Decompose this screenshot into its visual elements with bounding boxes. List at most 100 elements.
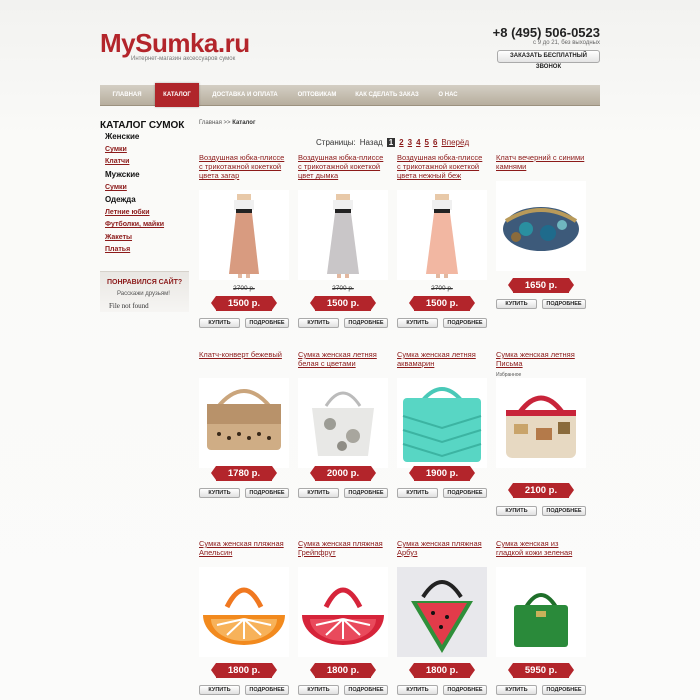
category-clothing: Одежда — [105, 195, 136, 204]
site-tagline: Интернет-магазин аксессуаров сумок — [131, 56, 236, 62]
buy-button[interactable]: КУПИТЬ — [298, 318, 339, 328]
product-card: Сумка женская летняя белая с цветами 2000… — [298, 350, 388, 500]
buy-button[interactable]: КУПИТЬ — [397, 318, 438, 328]
product-title-link[interactable]: Сумка женская летняя аквамарин — [397, 350, 487, 378]
pager-page-6[interactable]: 6 — [433, 138, 437, 147]
details-button[interactable]: ПОДРОБНЕЕ — [443, 488, 487, 498]
breadcrumb-home[interactable]: Главная — [199, 120, 222, 126]
bag-white-flowers-image[interactable] — [298, 378, 388, 468]
site-logo[interactable]: MySumka.ru — [100, 28, 250, 59]
product-price: 1500 р. — [409, 296, 475, 311]
nav-catalog[interactable]: КАТАЛОГ — [155, 83, 199, 107]
category-men-bags[interactable]: Сумки — [105, 184, 127, 191]
category-women-bags[interactable]: Сумки — [105, 146, 127, 153]
product-title-link[interactable]: Сумка женская пляжная Арбуз — [397, 539, 487, 567]
pager-page-5[interactable]: 5 — [425, 138, 429, 147]
pager-page-3[interactable]: 3 — [408, 138, 412, 147]
bag-grapefruit-image[interactable] — [298, 567, 388, 657]
product-title-link[interactable]: Воздушная юбка-плиссе с трикотажной коке… — [298, 153, 388, 181]
buy-button[interactable]: КУПИТЬ — [397, 488, 438, 498]
product-title-link[interactable]: Сумка женская пляжная Грейпфрут — [298, 539, 388, 567]
category-tshirts[interactable]: Футболки, майки — [105, 221, 164, 228]
details-button[interactable]: ПОДРОБНЕЕ — [245, 488, 289, 498]
buy-button[interactable]: КУПИТЬ — [397, 685, 438, 695]
product-title-link[interactable]: Клатч-конверт бежевый — [199, 350, 289, 378]
category-jackets[interactable]: Жакеты — [105, 234, 132, 241]
product-card: Сумка женская летняя Письма Избранное 2100… — [496, 350, 586, 518]
details-button[interactable]: ПОДРОБНЕЕ — [344, 318, 388, 328]
buy-button[interactable]: КУПИТЬ — [496, 506, 537, 516]
product-old-price: 2700 р. — [233, 285, 255, 292]
details-button[interactable]: ПОДРОБНЕЕ — [245, 318, 289, 328]
category-summer-skirts[interactable]: Летние юбки — [105, 209, 150, 216]
product-old-price: 2700 р. — [431, 285, 453, 292]
product-card: Сумка женская пляжная Грейпфрут 1800 р. КУ… — [298, 539, 388, 697]
pager-page-2[interactable]: 2 — [399, 138, 403, 147]
product-title-link[interactable]: Сумка женская из гладкой кожи зеленая — [496, 539, 586, 567]
bag-watermelon-image[interactable] — [397, 567, 487, 657]
category-clutches[interactable]: Клатчи — [105, 158, 129, 165]
main-nav: ГЛАВНАЯ КАТАЛОГ ДОСТАВКА И ОПЛАТА ОПТОВИ… — [100, 83, 600, 107]
category-men: Мужские — [105, 170, 140, 179]
product-title-link[interactable]: Воздушная юбка-плиссе с трикотажной коке… — [199, 153, 289, 181]
product-price: 1800 р. — [310, 663, 376, 678]
product-title-link[interactable]: Сумка женская пляжная Апельсин — [199, 539, 289, 567]
category-women: Женские — [105, 132, 140, 141]
nav-delivery[interactable]: ДОСТАВКА И ОПЛАТА — [208, 85, 282, 106]
bag-letters-image[interactable] — [496, 378, 586, 468]
product-price: 1800 р. — [211, 663, 277, 678]
details-button[interactable]: ПОДРОБНЕЕ — [443, 318, 487, 328]
clutch-beige-image[interactable] — [199, 378, 289, 468]
pagination: Страницы: Назад 1 2 3 4 5 6 Вперёд — [316, 138, 473, 147]
bag-aqua-image[interactable] — [397, 378, 487, 468]
details-button[interactable]: ПОДРОБНЕЕ — [344, 685, 388, 695]
pager-next[interactable]: Вперёд — [441, 138, 469, 147]
buy-button[interactable]: КУПИТЬ — [199, 318, 240, 328]
product-card: Сумка женская пляжная Апельсин 1800 р. КУП… — [199, 539, 289, 697]
promo-title: ПОНРАВИЛСЯ САЙТ? — [107, 279, 183, 286]
pager-prev: Назад — [359, 138, 383, 147]
buy-button[interactable]: КУПИТЬ — [496, 299, 537, 309]
details-button[interactable]: ПОДРОБНЕЕ — [443, 685, 487, 695]
product-price: 1650 р. — [508, 278, 574, 293]
product-old-price: 2700 р. — [332, 285, 354, 292]
bag-green-image[interactable] — [496, 567, 586, 657]
breadcrumb-current: Каталог — [232, 120, 256, 126]
details-button[interactable]: ПОДРОБНЕЕ — [542, 506, 586, 516]
skirt-grey-image[interactable] — [298, 190, 388, 280]
skirt-peach-image[interactable] — [397, 190, 487, 280]
details-button[interactable]: ПОДРОБНЕЕ — [542, 685, 586, 695]
pager-label: Страницы: — [316, 138, 356, 147]
buy-button[interactable]: КУПИТЬ — [298, 685, 339, 695]
product-title-link[interactable]: Воздушная юбка-плиссе с трикотажной коке… — [397, 153, 487, 181]
nav-wholesale[interactable]: ОПТОВИКАМ — [293, 85, 341, 106]
product-card: Клатч-конверт бежевый 1780 р. КУПИТЬ ПОДРОБ… — [199, 350, 289, 500]
clutch-blue-image[interactable] — [496, 181, 586, 271]
catalog-title: КАТАЛОГ СУМОК — [100, 120, 185, 131]
product-title-link[interactable]: Сумка женская летняя белая с цветами — [298, 350, 388, 378]
details-button[interactable]: ПОДРОБНЕЕ — [344, 488, 388, 498]
details-button[interactable]: ПОДРОБНЕЕ — [542, 299, 586, 309]
request-call-button[interactable]: ЗАКАЗАТЬ БЕСПЛАТНЫЙ ЗВОНОК — [497, 50, 600, 70]
product-price: 5950 р. — [508, 663, 574, 678]
pager-page-4[interactable]: 4 — [416, 138, 420, 147]
nav-about[interactable]: О НАС — [433, 85, 463, 106]
pager-page-1[interactable]: 1 — [386, 138, 396, 147]
buy-button[interactable]: КУПИТЬ — [496, 685, 537, 695]
product-title-link[interactable]: Клатч вечерний с синими камнями — [496, 153, 586, 181]
product-card: Воздушная юбка-плиссе с трикотажной коке… — [298, 153, 388, 330]
product-price: 2100 р. — [508, 483, 574, 498]
buy-button[interactable]: КУПИТЬ — [199, 685, 240, 695]
buy-button[interactable]: КУПИТЬ — [298, 488, 339, 498]
nav-how-to-order[interactable]: КАК СДЕЛАТЬ ЗАКАЗ — [352, 85, 422, 106]
details-button[interactable]: ПОДРОБНЕЕ — [245, 685, 289, 695]
buy-button[interactable]: КУПИТЬ — [199, 488, 240, 498]
category-dresses[interactable]: Платья — [105, 246, 130, 253]
nav-home[interactable]: ГЛАВНАЯ — [108, 85, 146, 106]
bag-orange-image[interactable] — [199, 567, 289, 657]
skirt-tan-image[interactable] — [199, 190, 289, 280]
promo-error: File not found — [109, 302, 149, 310]
breadcrumb-separator: >> — [223, 120, 231, 126]
share-promo: ПОНРАВИЛСЯ САЙТ? Расскажи друзьям! File … — [100, 271, 189, 312]
breadcrumb: Главная >> Каталог — [199, 120, 255, 126]
